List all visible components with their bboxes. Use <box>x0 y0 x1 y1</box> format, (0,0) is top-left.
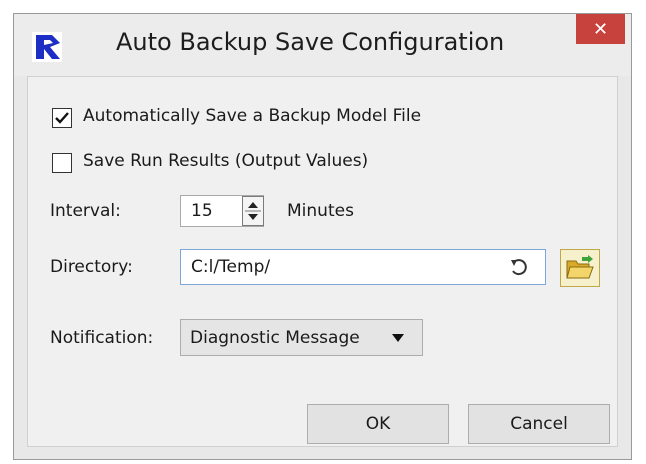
ok-button[interactable]: OK <box>307 404 449 444</box>
spinner-arrows-icon <box>245 202 261 220</box>
folder-open-icon <box>566 255 594 279</box>
interval-unit: Minutes <box>287 201 354 221</box>
reset-icon[interactable] <box>509 258 529 278</box>
notification-dropdown[interactable]: Diagnostic Message <box>180 319 423 356</box>
notification-value: Diagnostic Message <box>190 328 360 348</box>
spinner-buttons[interactable] <box>242 196 264 226</box>
interval-value: 15 <box>191 201 213 221</box>
directory-input[interactable]: C:l/Temp/ <box>180 249 546 285</box>
auto-save-checkbox[interactable] <box>52 108 72 128</box>
title-bar: Auto Backup Save Configuration ✕ <box>14 14 631 76</box>
auto-save-label: Automatically Save a Backup Model File <box>83 106 422 126</box>
notification-label: Notification: <box>50 328 154 348</box>
dialog-window: Auto Backup Save Configuration ✕ Automat… <box>13 13 632 460</box>
directory-label: Directory: <box>50 257 133 277</box>
window-title: Auto Backup Save Configuration <box>116 28 505 56</box>
checkmark-icon <box>55 112 69 124</box>
save-results-checkbox[interactable] <box>52 153 72 173</box>
app-logo-icon <box>32 32 62 62</box>
close-button[interactable]: ✕ <box>576 14 625 44</box>
cancel-button[interactable]: Cancel <box>468 404 610 444</box>
directory-value: C:l/Temp/ <box>191 257 271 277</box>
interval-spinner[interactable]: 15 <box>180 195 264 227</box>
dropdown-arrow-icon <box>392 334 404 342</box>
dialog-body: Automatically Save a Backup Model File S… <box>27 76 618 447</box>
interval-label: Interval: <box>50 201 121 221</box>
save-results-label: Save Run Results (Output Values) <box>83 151 369 171</box>
browse-button[interactable] <box>560 249 600 287</box>
